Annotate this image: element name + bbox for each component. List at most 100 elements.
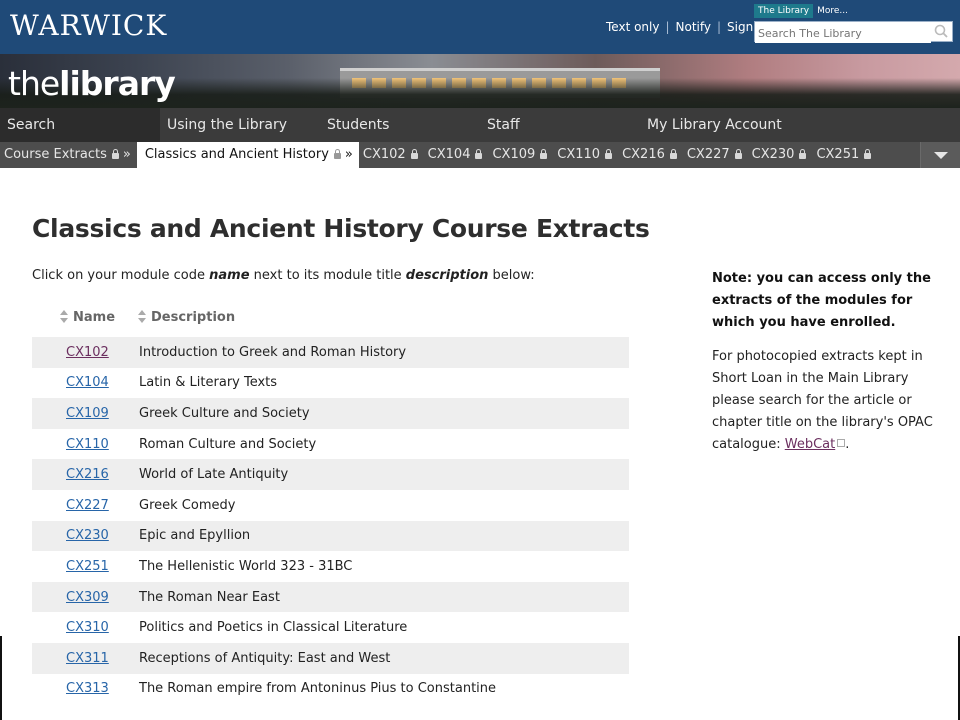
- module-description: The Roman empire from Antoninus Pius to …: [139, 681, 497, 697]
- module-code-link[interactable]: CX110: [32, 437, 139, 452]
- webcat-link[interactable]: WebCat: [785, 437, 835, 452]
- subnav-label: CX216: [622, 147, 665, 162]
- the-library-brand[interactable]: thelibrary: [8, 64, 176, 103]
- intro-emphasis-description: description: [405, 268, 489, 283]
- top-bar: WARWICK Text only | Notify | Sign out Th…: [0, 0, 960, 54]
- module-code-link[interactable]: CX227: [32, 498, 139, 513]
- column-header-name: Name: [73, 309, 116, 325]
- subnav-cx110[interactable]: CX110: [553, 142, 618, 168]
- subnav-cx216[interactable]: CX216: [618, 142, 683, 168]
- intro-text: Click on your module code name next to i…: [32, 268, 535, 283]
- module-description: Epic and Epyllion: [139, 528, 251, 544]
- brand-light: the: [8, 64, 60, 103]
- module-code-link[interactable]: CX230: [32, 528, 139, 543]
- table-row: CX311 Receptions of Antiquity: East and W…: [32, 642, 629, 674]
- note-emphasis: Note: you can access only the extracts o…: [712, 271, 931, 330]
- subnav-cx109[interactable]: CX109: [488, 142, 553, 168]
- table-row: CX309 The Roman Near East: [32, 581, 629, 613]
- module-code-link[interactable]: CX251: [32, 559, 139, 574]
- module-description: Greek Comedy: [139, 497, 236, 513]
- subnav-label: CX102: [362, 147, 406, 162]
- library-banner: thelibrary: [0, 54, 960, 108]
- module-code-link[interactable]: CX309: [32, 590, 139, 605]
- module-table: Name Description CX102 Introduction to Gr…: [32, 300, 629, 704]
- subnav-classics-current[interactable]: Classics and Ancient History »: [136, 142, 359, 168]
- subnav-label: CX109: [492, 147, 536, 162]
- subnav-cx251[interactable]: CX251: [812, 142, 877, 168]
- table-row: CX251 The Hellenistic World 323 - 31BC: [32, 551, 629, 582]
- subnav-cx227[interactable]: CX227: [683, 142, 748, 168]
- intro-emphasis-name: name: [209, 268, 250, 283]
- subnav-more-button[interactable]: [920, 142, 960, 168]
- sort-icon: [138, 310, 146, 324]
- module-code-link[interactable]: CX216: [32, 467, 139, 482]
- column-header-description: Description: [151, 309, 236, 325]
- module-code-link[interactable]: CX102: [32, 345, 139, 360]
- module-description: Politics and Poetics in Classical Litera…: [139, 620, 408, 636]
- table-row: CX104 Latin & Literary Texts: [32, 368, 629, 399]
- module-code-link[interactable]: CX109: [32, 406, 139, 421]
- table-row: CX102 Introduction to Greek and Roman His…: [32, 337, 629, 368]
- tab-the-library[interactable]: The Library: [754, 4, 814, 18]
- module-description: Introduction to Greek and Roman History: [139, 344, 407, 360]
- lock-icon: [475, 149, 483, 159]
- text-only-link[interactable]: Text only: [606, 20, 659, 34]
- breadcrumb-separator: »: [122, 147, 131, 162]
- subnav-label: CX230: [751, 147, 795, 162]
- module-description: Roman Culture and Society: [139, 436, 317, 452]
- search-input[interactable]: [755, 24, 931, 43]
- subnav-label: CX227: [686, 147, 730, 162]
- subnav-label: CX251: [816, 147, 860, 162]
- intro-part: Click on your module code: [32, 268, 210, 283]
- intro-part: below:: [488, 268, 535, 283]
- brand-bold: library: [59, 64, 176, 103]
- main-nav: Search Using the Library Students Staff …: [0, 108, 960, 142]
- module-code-link[interactable]: CX104: [32, 375, 139, 390]
- frame-edge-left: [0, 636, 2, 720]
- utility-links: Text only | Notify | Sign out: [606, 20, 777, 34]
- module-description: Greek Culture and Society: [139, 405, 310, 421]
- nav-staff[interactable]: Staff: [480, 108, 640, 142]
- note-text-end: .: [845, 437, 850, 452]
- table-row: CX230 Epic and Epyllion: [32, 520, 629, 552]
- lock-icon: [540, 149, 548, 159]
- lock-icon: [605, 149, 613, 159]
- notify-link[interactable]: Notify: [676, 20, 711, 34]
- sort-by-name[interactable]: Name: [32, 310, 138, 325]
- chevron-down-icon: [934, 152, 948, 159]
- module-description: Receptions of Antiquity: East and West: [139, 650, 391, 666]
- search-icon[interactable]: [934, 24, 948, 38]
- sub-nav: Course Extracts » Classics and Ancient H…: [0, 142, 960, 168]
- table-body: CX102 Introduction to Greek and Roman His…: [32, 337, 629, 704]
- table-row: CX109 Greek Culture and Society: [32, 398, 629, 429]
- subnav-label: CX110: [557, 147, 601, 162]
- intro-part: next to its module title: [249, 268, 406, 283]
- subnav-cx102[interactable]: CX102: [359, 142, 424, 168]
- tab-more[interactable]: More...: [813, 4, 852, 18]
- module-description: The Roman Near East: [139, 589, 280, 605]
- sort-icon: [60, 310, 68, 324]
- module-code-link[interactable]: CX313: [32, 681, 139, 696]
- lock-icon: [669, 149, 677, 159]
- nav-using-the-library[interactable]: Using the Library: [160, 108, 320, 142]
- module-code-link[interactable]: CX310: [32, 620, 139, 635]
- separator: |: [665, 20, 670, 34]
- module-description: Latin & Literary Texts: [139, 375, 278, 391]
- module-code-link[interactable]: CX311: [32, 651, 139, 666]
- table-header: Name Description: [32, 300, 629, 334]
- nav-students[interactable]: Students: [320, 108, 480, 142]
- nav-my-library-account[interactable]: My Library Account: [640, 108, 952, 142]
- note-body: For photocopied extracts kept in Short L…: [712, 346, 934, 456]
- lock-icon: [333, 149, 341, 159]
- subnav-label: Classics and Ancient History: [144, 147, 329, 162]
- lock-icon: [734, 149, 742, 159]
- subnav-cx104[interactable]: CX104: [424, 142, 489, 168]
- table-row: CX310 Politics and Poetics in Classical L…: [32, 612, 629, 643]
- sort-by-description[interactable]: Description: [138, 310, 235, 325]
- warwick-logo[interactable]: WARWICK: [10, 9, 167, 42]
- table-row: CX313 The Roman empire from Antoninus Piu…: [32, 674, 629, 705]
- nav-search[interactable]: Search: [0, 108, 160, 142]
- breadcrumb-separator: »: [344, 147, 353, 162]
- subnav-cx230[interactable]: CX230: [748, 142, 813, 168]
- subnav-course-extracts[interactable]: Course Extracts »: [0, 142, 137, 168]
